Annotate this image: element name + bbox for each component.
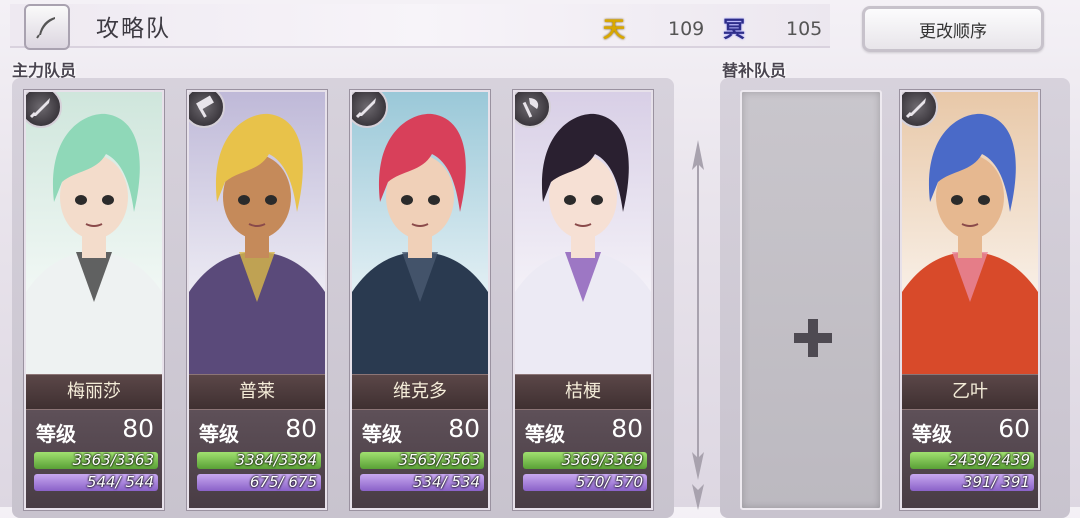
underworld-stat-glyph: 冥 <box>722 18 745 43</box>
mp-value: 675/ 675 <box>249 474 317 491</box>
hp-bar: 2439/2439 <box>910 452 1034 469</box>
edit-team-button[interactable] <box>24 4 70 50</box>
member-card[interactable]: 梅丽莎 等级 80 3363/3363 544/ 544 <box>24 90 164 510</box>
reorder-button-label: 更改顺序 <box>919 21 987 42</box>
level-label: 等级 <box>199 422 239 446</box>
mp-bar: 391/ 391 <box>910 474 1034 491</box>
panel-divider <box>692 140 704 510</box>
level-label: 等级 <box>362 422 402 446</box>
hp-value: 2439/2439 <box>948 452 1030 469</box>
member-card[interactable]: 乙叶 等级 60 2439/2439 391/ 391 <box>900 90 1040 510</box>
member-card[interactable]: 维克多 等级 80 3563/3563 534/ 534 <box>350 90 490 510</box>
character-stats: 等级 80 3384/3384 675/ 675 <box>189 410 325 508</box>
empty-sub-slot[interactable] <box>740 90 882 510</box>
character-stats: 等级 60 2439/2439 391/ 391 <box>902 410 1038 508</box>
character-stats: 等级 80 3363/3363 544/ 544 <box>26 410 162 508</box>
character-stats: 等级 80 3563/3563 534/ 534 <box>352 410 488 508</box>
hp-bar: 3363/3363 <box>34 452 158 469</box>
character-name: 维克多 <box>352 374 488 410</box>
level-label: 等级 <box>912 422 952 446</box>
mp-bar: 534/ 534 <box>360 474 484 491</box>
mp-bar: 544/ 544 <box>34 474 158 491</box>
character-portrait <box>902 92 1038 374</box>
character-portrait <box>515 92 651 374</box>
character-name: 桔梗 <box>515 374 651 410</box>
underworld-stat-value: 105 <box>786 18 823 40</box>
underworld-stat-icon: 冥 <box>721 12 747 43</box>
mp-value: 391/ 391 <box>962 474 1030 491</box>
mp-value: 570/ 570 <box>575 474 643 491</box>
character-name: 普莱 <box>189 374 325 410</box>
plus-icon <box>794 319 832 357</box>
feather-pen-icon <box>36 17 55 39</box>
hp-bar: 3563/3563 <box>360 452 484 469</box>
mp-value: 544/ 544 <box>86 474 154 491</box>
character-stats: 等级 80 3369/3369 570/ 570 <box>515 410 651 508</box>
level-label: 等级 <box>525 422 565 446</box>
page-title: 攻略队 <box>96 16 171 42</box>
character-portrait <box>26 92 162 374</box>
member-card[interactable]: 普莱 等级 80 3384/3384 675/ 675 <box>187 90 327 510</box>
level-value: 80 <box>285 414 317 443</box>
hp-value: 3363/3363 <box>72 452 154 469</box>
mp-bar: 570/ 570 <box>523 474 647 491</box>
level-value: 60 <box>998 414 1030 443</box>
level-value: 80 <box>122 414 154 443</box>
mp-value: 534/ 534 <box>412 474 480 491</box>
heaven-stat-glyph: 天 <box>602 18 625 43</box>
character-name: 梅丽莎 <box>26 374 162 410</box>
hp-bar: 3384/3384 <box>197 452 321 469</box>
character-portrait <box>352 92 488 374</box>
hp-value: 3384/3384 <box>235 452 317 469</box>
character-name: 乙叶 <box>902 374 1038 410</box>
hp-value: 3563/3563 <box>398 452 480 469</box>
level-label: 等级 <box>36 422 76 446</box>
member-card[interactable]: 桔梗 等级 80 3369/3369 570/ 570 <box>513 90 653 510</box>
hp-bar: 3369/3369 <box>523 452 647 469</box>
reorder-button[interactable]: 更改顺序 <box>862 6 1044 52</box>
mp-bar: 675/ 675 <box>197 474 321 491</box>
hp-value: 3369/3369 <box>561 452 643 469</box>
heaven-stat-icon: 天 <box>601 12 627 43</box>
heaven-stat-value: 109 <box>668 18 705 40</box>
level-value: 80 <box>448 414 480 443</box>
character-portrait <box>189 92 325 374</box>
level-value: 80 <box>611 414 643 443</box>
header: 攻略队 天 109 冥 105 更改顺序 <box>0 0 1080 56</box>
